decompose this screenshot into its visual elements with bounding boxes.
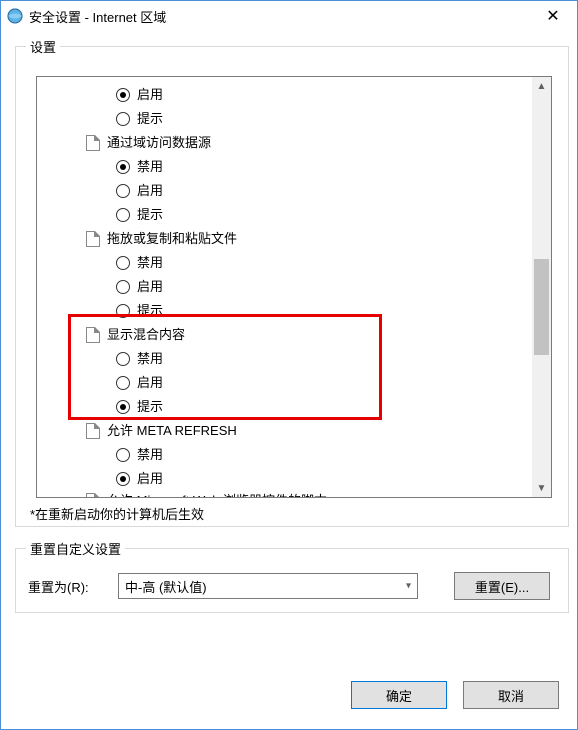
settings-section-label: 通过域访问数据源 [107,131,211,155]
radio-icon [115,183,131,199]
settings-option[interactable]: 启用 [37,83,532,107]
dialog-content: 设置 启用提示通过域访问数据源禁用启用提示拖放或复制和粘贴文件禁用启用提示显示混… [15,37,569,719]
reset-button-label: 重置(E)... [475,577,529,596]
reset-group: 重置自定义设置 重置为(R): 中-高 (默认值) ▾ 重置(E)... [15,539,569,613]
settings-list-container: 启用提示通过域访问数据源禁用启用提示拖放或复制和粘贴文件禁用启用提示显示混合内容… [36,76,552,498]
close-button[interactable]: ✕ [533,3,573,29]
radio-icon [115,87,131,103]
internet-options-icon [7,8,23,24]
settings-option[interactable]: 禁用 [37,347,532,371]
settings-option-label: 启用 [137,275,163,299]
settings-option-label: 提示 [137,299,163,323]
page-icon [85,231,101,247]
settings-section-label: 允许 META REFRESH [107,419,237,443]
settings-option[interactable]: 禁用 [37,443,532,467]
page-icon [85,135,101,151]
settings-option[interactable]: 启用 [37,371,532,395]
settings-section: 允许 Microsoft Web 浏览器控件的脚本 [37,491,532,497]
settings-section-label: 允许 Microsoft Web 浏览器控件的脚本 [107,491,327,497]
settings-legend: 设置 [26,37,60,56]
radio-icon [115,159,131,175]
cancel-button[interactable]: 取消 [463,681,559,709]
radio-icon [115,279,131,295]
page-icon [85,327,101,343]
settings-option[interactable]: 启用 [37,179,532,203]
settings-option[interactable]: 提示 [37,395,532,419]
radio-icon [115,255,131,271]
settings-option-label: 启用 [137,179,163,203]
settings-option-label: 提示 [137,395,163,419]
settings-option-label: 禁用 [137,347,163,371]
settings-option[interactable]: 提示 [37,203,532,227]
settings-option-label: 启用 [137,371,163,395]
chevron-down-icon: ▾ [406,581,411,592]
settings-option[interactable]: 启用 [37,467,532,491]
settings-option[interactable]: 启用 [37,275,532,299]
page-icon [85,493,101,497]
cancel-button-label: 取消 [498,686,524,705]
dialog-footer: 确定 取消 [349,681,561,709]
radio-icon [115,351,131,367]
radio-icon [115,111,131,127]
scroll-up-button[interactable]: ▲ [532,77,551,95]
settings-section: 显示混合内容 [37,323,532,347]
settings-section: 通过域访问数据源 [37,131,532,155]
settings-section-label: 拖放或复制和粘贴文件 [107,227,237,251]
ok-button-label: 确定 [386,686,412,705]
titlebar: 安全设置 - Internet 区域 ✕ [1,1,577,31]
reset-level-value: 中-高 (默认值) [125,577,207,596]
scroll-thumb[interactable] [534,259,549,355]
settings-option-label: 禁用 [137,443,163,467]
scroll-down-button[interactable]: ▼ [532,479,551,497]
settings-option[interactable]: 提示 [37,299,532,323]
settings-option[interactable]: 禁用 [37,155,532,179]
settings-option[interactable]: 提示 [37,107,532,131]
radio-icon [115,447,131,463]
settings-option-label: 禁用 [137,155,163,179]
settings-section: 拖放或复制和粘贴文件 [37,227,532,251]
chevron-up-icon: ▲ [537,81,547,92]
settings-section: 允许 META REFRESH [37,419,532,443]
settings-option-label: 提示 [137,203,163,227]
settings-option[interactable]: 禁用 [37,251,532,275]
reset-button[interactable]: 重置(E)... [454,572,550,600]
settings-option-label: 启用 [137,83,163,107]
settings-group: 设置 启用提示通过域访问数据源禁用启用提示拖放或复制和粘贴文件禁用启用提示显示混… [15,37,569,527]
settings-option-label: 启用 [137,467,163,491]
page-icon [85,423,101,439]
radio-icon [115,471,131,487]
dialog-window: 安全设置 - Internet 区域 ✕ 设置 启用提示通过域访问数据源禁用启用… [0,0,578,730]
radio-icon [115,375,131,391]
chevron-down-icon: ▼ [537,483,547,494]
reset-level-combobox[interactable]: 中-高 (默认值) ▾ [118,573,418,599]
reset-row: 重置为(R): 中-高 (默认值) ▾ 重置(E)... [26,568,558,602]
scrollbar[interactable]: ▲ ▼ [532,77,551,497]
settings-list[interactable]: 启用提示通过域访问数据源禁用启用提示拖放或复制和粘贴文件禁用启用提示显示混合内容… [37,77,532,497]
close-icon: ✕ [546,6,559,26]
reset-legend: 重置自定义设置 [26,539,125,558]
radio-icon [115,399,131,415]
window-title: 安全设置 - Internet 区域 [29,7,533,26]
settings-option-label: 禁用 [137,251,163,275]
restart-note: *在重新启动你的计算机后生效 [30,504,554,523]
reset-to-label: 重置为(R): [28,577,108,596]
settings-section-label: 显示混合内容 [107,323,185,347]
radio-icon [115,207,131,223]
ok-button[interactable]: 确定 [351,681,447,709]
radio-icon [115,303,131,319]
settings-option-label: 提示 [137,107,163,131]
